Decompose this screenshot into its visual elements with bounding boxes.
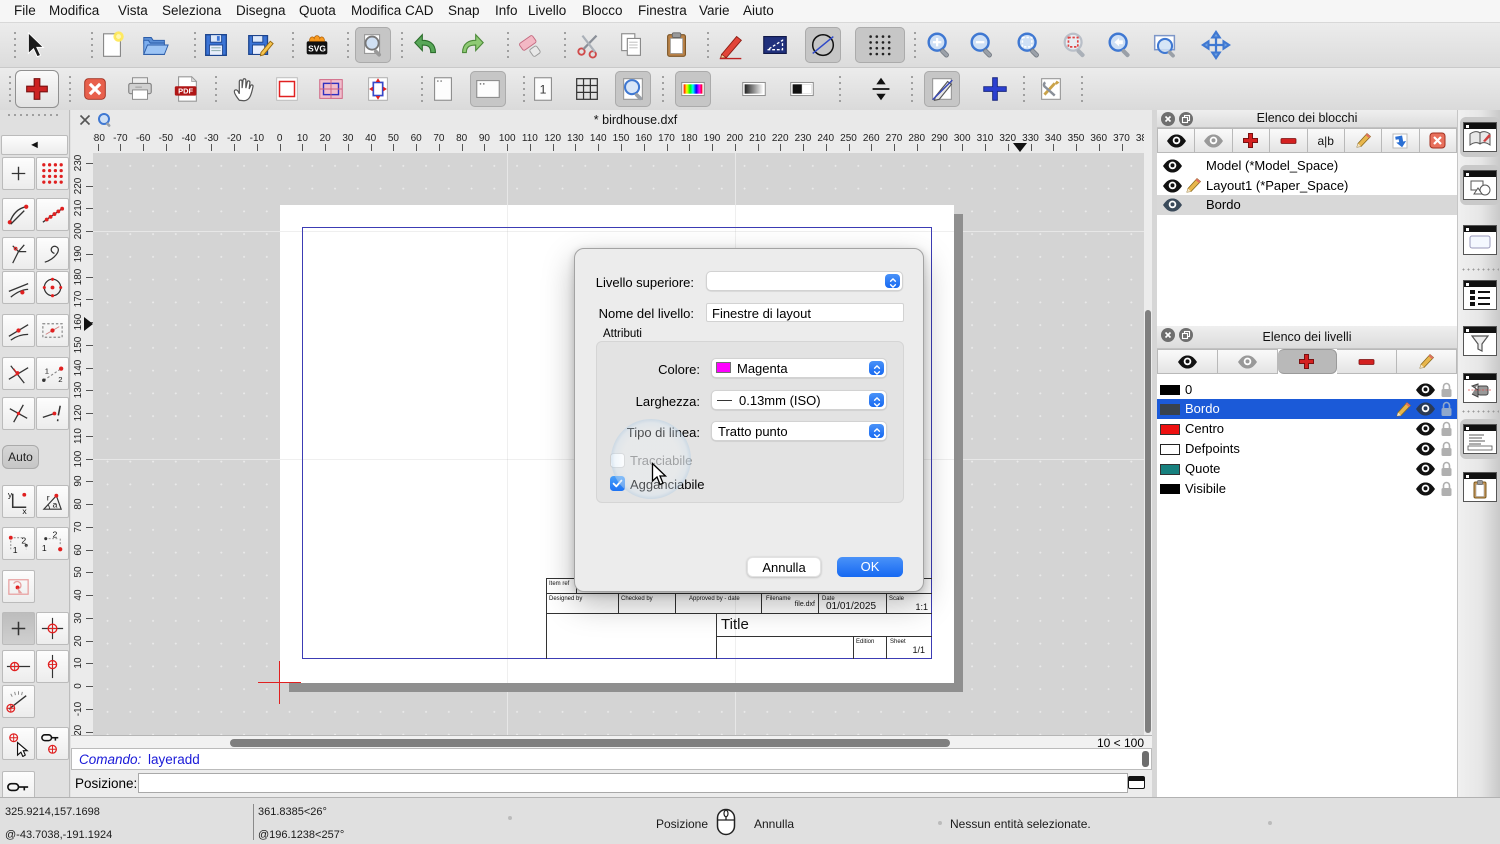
svg-text:r: r: [47, 493, 50, 503]
svg-text:2: 2: [53, 530, 58, 540]
svg-text:PDF: PDF: [178, 87, 193, 96]
svg-text:SVG: SVG: [308, 44, 326, 54]
svg-text:2: 2: [58, 375, 62, 384]
svg-text:1: 1: [45, 367, 49, 376]
svg-text:2: 2: [21, 536, 26, 546]
svg-text:a: a: [53, 499, 58, 509]
svg-text:1: 1: [13, 545, 18, 555]
svg-text:1: 1: [42, 543, 47, 553]
svg-text:y: y: [8, 490, 13, 500]
svg-text:x: x: [22, 506, 27, 515]
svg-text:1: 1: [540, 83, 547, 97]
